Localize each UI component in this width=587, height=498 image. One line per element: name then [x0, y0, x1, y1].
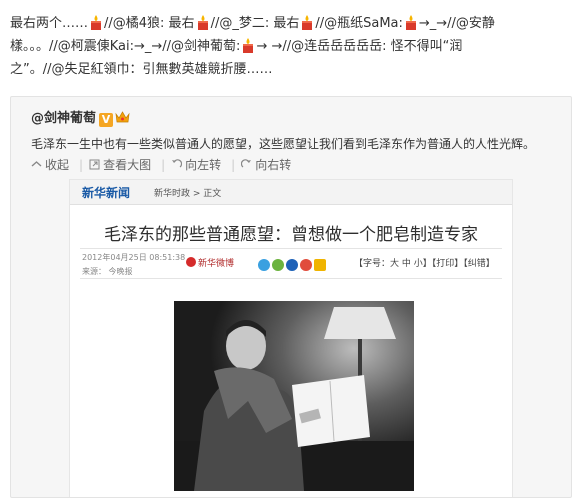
post-segment: 最右两个…… [10, 16, 89, 31]
verified-badge-icon: V [99, 113, 114, 127]
divider [80, 248, 502, 249]
share-icons [258, 254, 328, 273]
weibo-share-link: 新华微博 [186, 256, 234, 269]
repost-author-link[interactable]: @剑神葡萄 [31, 111, 96, 126]
font-size-controls: 【字号：大 中 小】【打印】【纠错】 [354, 259, 495, 269]
candle-icon [197, 15, 208, 30]
post-segment: 樣。。。//@柯震倲Kai:→_→//@剑神葡萄: [10, 39, 241, 54]
separator: | [231, 158, 236, 172]
rotate-left-button[interactable]: 向左转 [171, 156, 221, 173]
collapse-label: 收起 [45, 158, 70, 172]
candle-icon [243, 38, 254, 53]
candle-icon [302, 15, 313, 30]
candle-icon [405, 15, 416, 30]
separator: | [79, 158, 84, 172]
article-headline: 毛泽东的那些普通愿望：曾想做一个肥皂制造专家 [104, 225, 478, 245]
repost-author-row: @剑神葡萄 V [31, 107, 130, 127]
site-logo: 新华新闻 [82, 186, 131, 200]
separator: | [161, 158, 166, 172]
post-segment: → →//@连岳岳岳岳岳: 怪不得叫“润 [256, 39, 463, 54]
post-segment: //@橘4狼: 最右 [104, 16, 195, 31]
article-header-bar: 新华新闻 新华时政 > 正文 [70, 180, 512, 205]
repost-card: @剑神葡萄 V 毛泽东一生中也有一些类似普通人的愿望，这些愿望让我们看到毛泽东作为… [10, 96, 572, 498]
collapse-icon [31, 161, 42, 167]
share-icon [300, 258, 312, 271]
candle-icon [91, 15, 102, 30]
post-segment: //@瓶纸SaMa: [315, 16, 403, 31]
rotate-right-button[interactable]: 向右转 [241, 156, 291, 173]
post-line-1: 最右两个…… //@橘4狼: 最右 //@_梦二: 最右 //@瓶纸SaMa: →_→/… [10, 12, 580, 35]
crown-icon [115, 111, 130, 123]
breadcrumb: 新华时政 > 正文 [154, 189, 222, 199]
divider [80, 278, 502, 279]
post-segment: //@_梦二: 最右 [210, 16, 300, 31]
view-large-button[interactable]: 查看大图 [89, 156, 151, 173]
article-source: 来源： 今晚报 [82, 267, 133, 276]
weibo-icon [186, 257, 196, 267]
post-segment: 之”。//@失足紅領巾：引無數英雄競折腰…… [10, 62, 273, 77]
zoom-icon [89, 159, 100, 170]
article-photo [174, 301, 414, 491]
rotate-right-label: 向右转 [255, 158, 292, 172]
share-icon [314, 258, 326, 271]
collapse-button[interactable]: 收起 [31, 156, 69, 173]
post-segment: →_→//@安静 [418, 16, 495, 31]
article-date: 2012年04月25日 08:51:38 [82, 253, 186, 262]
post-line-3: 之”。//@失足紅領巾：引無數英雄競折腰…… [10, 58, 580, 81]
image-actions-bar: 收起 | 查看大图 | 向左转 | 向右转 [31, 156, 295, 173]
share-icon [258, 258, 270, 271]
rotate-left-label: 向左转 [185, 158, 222, 172]
weibo-label: 新华微博 [198, 259, 235, 269]
repost-text: 毛泽东一生中也有一些类似普通人的愿望，这些愿望让我们看到毛泽东作为普通人的人性光… [31, 137, 536, 151]
article-screenshot[interactable]: 新华新闻 新华时政 > 正文 毛泽东的那些普通愿望：曾想做一个肥皂制造专家 20… [69, 179, 513, 497]
rotate-left-icon [172, 159, 183, 168]
post-text: 最右两个…… //@橘4狼: 最右 //@_梦二: 最右 //@瓶纸SaMa: →_→/… [10, 12, 580, 81]
share-icon [286, 258, 298, 271]
post-line-2: 樣。。。//@柯震倲Kai:→_→//@剑神葡萄: → →//@连岳岳岳岳岳: 怪… [10, 35, 580, 58]
share-icon [272, 258, 284, 271]
view-large-label: 查看大图 [103, 158, 152, 172]
photo-illustration [174, 301, 414, 491]
rotate-right-icon [241, 159, 252, 168]
